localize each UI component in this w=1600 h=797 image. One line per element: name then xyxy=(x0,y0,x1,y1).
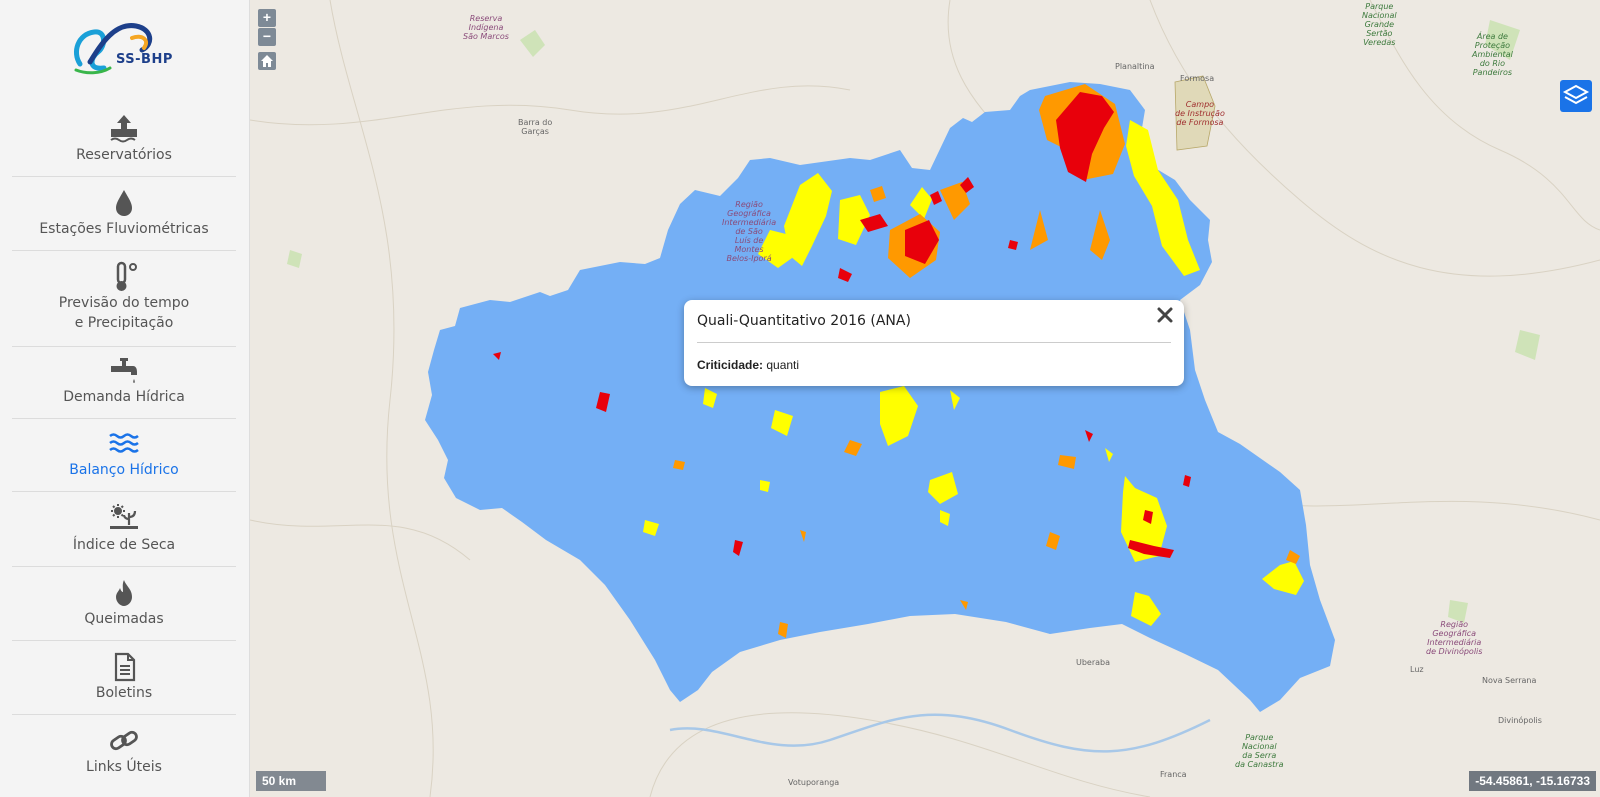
sidebar: SS-BHP Reservatórios Estações Fluviométr… xyxy=(0,0,250,797)
popup-field: Criticidade: quanti xyxy=(697,358,799,372)
reservoir-icon xyxy=(110,115,137,143)
sidebar-item-balanco-hidrico[interactable]: Balanço Hídrico xyxy=(12,428,236,492)
faucet-icon xyxy=(111,358,137,383)
logo-text: SS-BHP xyxy=(116,52,173,67)
water-drop-icon xyxy=(116,190,132,216)
sidebar-item-label: Índice de Seca xyxy=(72,537,176,553)
zoom-out-button[interactable]: − xyxy=(258,28,276,46)
sidebar-item-label: Previsão do tempo e Precipitação xyxy=(58,295,190,331)
zoom-in-button[interactable]: + xyxy=(258,9,276,27)
sidebar-item-boletins[interactable]: Boletins xyxy=(12,651,236,715)
close-icon xyxy=(1157,307,1173,323)
map-place-label: Planaltina xyxy=(1115,62,1155,71)
map-place-label: Parque Nacional Grande Sertão Veredas xyxy=(1362,2,1397,47)
sidebar-item-label: Demanda Hídrica xyxy=(63,389,185,405)
app-logo[interactable]: SS-BHP xyxy=(70,12,182,76)
drought-sun-icon xyxy=(110,504,138,529)
map-layers xyxy=(250,0,1600,797)
map-place-label: Reserva Indígena São Marcos xyxy=(463,14,509,41)
map-place-label: Divinópolis xyxy=(1498,716,1542,725)
thermometer-icon xyxy=(116,261,137,291)
sidebar-item-reservatorios[interactable]: Reservatórios xyxy=(12,113,236,177)
popup-field-value: quanti xyxy=(766,358,800,372)
app-root: SS-BHP Reservatórios Estações Fluviométr… xyxy=(0,0,1600,797)
map-place-label: Barra do Garças xyxy=(518,118,553,136)
sidebar-item-label: Reservatórios xyxy=(76,147,172,163)
map-place-label: Nova Serrana xyxy=(1482,676,1537,685)
popup-field-label: Criticidade: xyxy=(697,358,764,372)
document-icon xyxy=(114,652,136,682)
sidebar-item-label: Queimadas xyxy=(84,611,164,627)
map-place-label: Região Geográfica Intermediária de São L… xyxy=(722,200,777,263)
popup-divider xyxy=(697,342,1171,343)
popup-title: Quali-Quantitativo 2016 (ANA) xyxy=(697,313,911,329)
sidebar-item-label: Links Úteis xyxy=(86,759,162,775)
map-place-label: Região Geográfica Intermediária de Divin… xyxy=(1426,620,1483,656)
sidebar-item-label: Estações Fluviométricas xyxy=(39,221,209,237)
map-place-label: Votuporanga xyxy=(788,778,840,787)
sidebar-item-indice-seca[interactable]: Índice de Seca xyxy=(12,503,236,567)
map-place-label: Parque Nacional da Serra da Canastra xyxy=(1235,733,1284,769)
home-icon xyxy=(261,55,273,67)
layers-icon xyxy=(1562,84,1590,105)
sidebar-item-links-uteis[interactable]: Links Úteis xyxy=(12,725,236,789)
map-canvas[interactable]: Reserva Indígena São Marcos Barra do Gar… xyxy=(250,0,1600,797)
sidebar-item-demanda-hidrica[interactable]: Demanda Hídrica xyxy=(12,355,236,419)
basemap-river xyxy=(669,713,1211,753)
map-place-label: Uberaba xyxy=(1076,658,1111,667)
map-place-label: Área de Proteção Ambiental do Rio Pandei… xyxy=(1472,32,1513,77)
link-icon xyxy=(110,730,138,751)
layers-button[interactable] xyxy=(1560,80,1592,112)
coordinate-readout: -54.45861, -15.16733 xyxy=(1469,771,1596,791)
water-waves-icon xyxy=(109,433,139,453)
map-place-label: Campo de Instrução de Formosa xyxy=(1175,100,1225,127)
sidebar-item-estacoes-fluviometricas[interactable]: Estações Fluviométricas xyxy=(12,187,236,251)
sidebar-item-previsao-tempo[interactable]: Previsão do tempo e Precipitação xyxy=(12,261,236,347)
sidebar-item-queimadas[interactable]: Queimadas xyxy=(12,577,236,641)
map-place-label: Franca xyxy=(1160,770,1187,779)
fire-icon xyxy=(116,580,132,606)
popup-close-button[interactable] xyxy=(1156,306,1174,324)
map-place-label: Luz xyxy=(1410,665,1424,674)
sidebar-item-label: Boletins xyxy=(95,685,153,701)
scale-bar: 50 km xyxy=(256,771,326,791)
sidebar-item-label: Balanço Hídrico xyxy=(69,462,179,478)
feature-info-popup: Quali-Quantitativo 2016 (ANA) Criticidad… xyxy=(684,300,1184,386)
map-place-label: Formosa xyxy=(1180,74,1215,83)
home-button[interactable] xyxy=(258,52,276,70)
